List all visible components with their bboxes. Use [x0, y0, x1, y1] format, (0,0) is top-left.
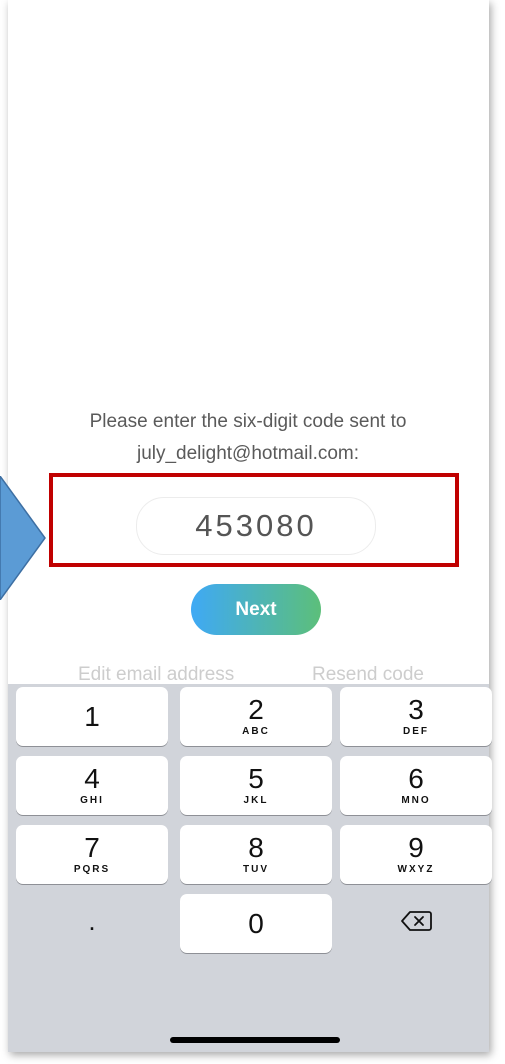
key-6[interactable]: 6 MNO: [340, 756, 492, 815]
prompt-email: july_delight@hotmail.com:: [136, 443, 360, 464]
resend-code-link[interactable]: Resend code: [312, 664, 424, 684]
key-digit: 5: [248, 763, 264, 794]
key-dot[interactable]: .: [16, 906, 168, 937]
numeric-keypad: 1 2 ABC 3 DEF 4 GHI 5 JKL 6 MNO 7 PQRS 8…: [8, 684, 492, 1052]
edit-email-link[interactable]: Edit email address: [78, 664, 234, 684]
key-8[interactable]: 8 TUV: [180, 825, 332, 884]
key-digit: 1: [84, 701, 100, 732]
key-letters: PQRS: [73, 864, 111, 875]
key-letters: WXYZ: [397, 864, 435, 875]
key-letters: DEF: [403, 726, 429, 737]
secondary-links: Edit email address Resend code: [8, 664, 489, 684]
key-7[interactable]: 7 PQRS: [16, 825, 168, 884]
key-2[interactable]: 2 ABC: [180, 687, 332, 746]
next-button[interactable]: Next: [191, 584, 321, 635]
key-digit: 7: [84, 832, 100, 863]
key-digit: 3: [408, 694, 424, 725]
code-prompt: Please enter the six-digit code sent to …: [0, 406, 496, 470]
key-digit: 8: [248, 832, 264, 863]
key-9[interactable]: 9 WXYZ: [340, 825, 492, 884]
key-letters: TUV: [243, 864, 269, 875]
home-indicator: [170, 1037, 340, 1043]
key-letters: MNO: [401, 795, 431, 806]
highlight-box: [49, 473, 459, 567]
key-0[interactable]: 0: [180, 894, 332, 953]
key-5[interactable]: 5 JKL: [180, 756, 332, 815]
key-letters: GHI: [80, 795, 104, 806]
prompt-line-1: Please enter the six-digit code sent to: [89, 411, 407, 432]
delete-key[interactable]: [340, 910, 492, 937]
key-digit: 9: [408, 832, 424, 863]
key-digit: 0: [248, 908, 264, 939]
key-4[interactable]: 4 GHI: [16, 756, 168, 815]
key-digit: 6: [408, 763, 424, 794]
key-1[interactable]: 1: [16, 687, 168, 746]
key-3[interactable]: 3 DEF: [340, 687, 492, 746]
key-digit: 2: [248, 694, 264, 725]
key-letters: JKL: [243, 795, 269, 806]
key-letters: ABC: [242, 726, 270, 737]
key-digit: 4: [84, 763, 100, 794]
pointer-arrow-icon: [0, 476, 46, 600]
backspace-icon: [401, 911, 432, 931]
